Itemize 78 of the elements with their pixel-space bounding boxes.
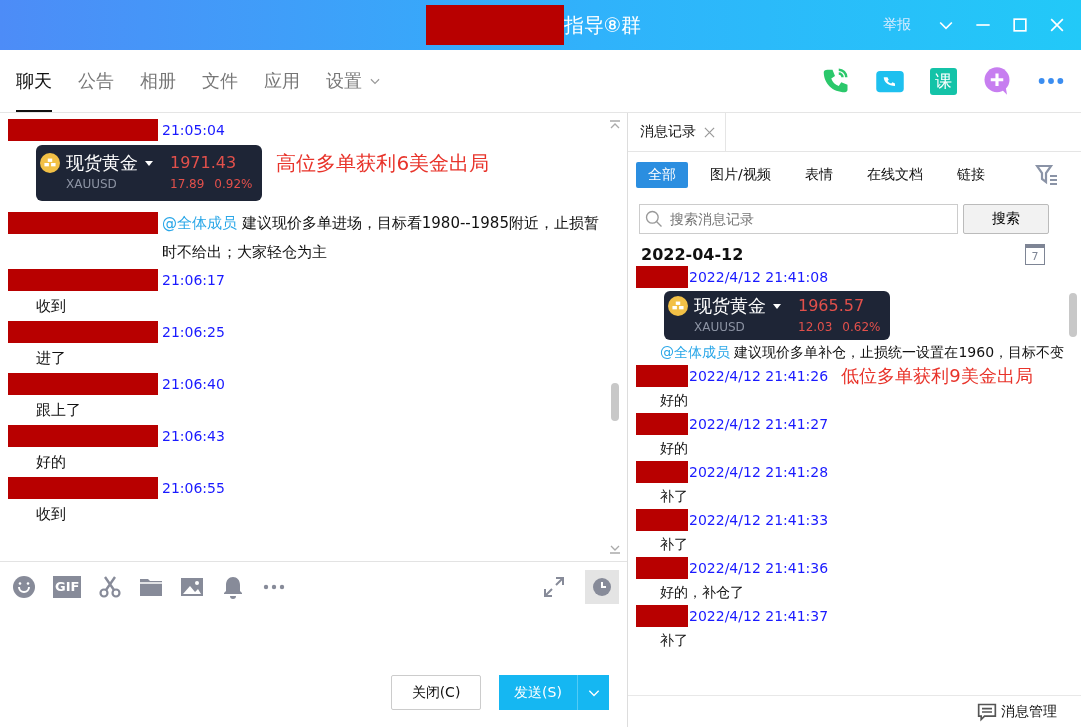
instrument-symbol: XAUUSD xyxy=(693,319,746,336)
mention-link[interactable]: @全体成员 xyxy=(660,344,730,360)
add-icon[interactable] xyxy=(982,66,1012,96)
message-time: 21:06:55 xyxy=(162,480,225,496)
price-value: 1965.57 xyxy=(798,295,866,317)
scrollbar-thumb[interactable] xyxy=(611,383,619,421)
price-change: 17.89 xyxy=(170,176,205,193)
gif-icon[interactable]: GIF xyxy=(53,576,82,598)
scroll-top-icon[interactable] xyxy=(608,119,622,131)
maximize-icon[interactable] xyxy=(1010,15,1030,35)
tab[interactable]: 相册 xyxy=(140,50,176,112)
coin-icon xyxy=(40,153,60,173)
message-time: 21:06:25 xyxy=(162,324,225,340)
filter-tab[interactable]: 全部 xyxy=(636,162,688,188)
tab[interactable]: 公告 xyxy=(78,50,114,112)
message-time: 21:05:04 xyxy=(162,122,225,138)
coin-icon xyxy=(668,296,688,316)
chevron-down-icon[interactable] xyxy=(368,76,382,86)
message-text: 补了 xyxy=(660,632,688,648)
message-time: 2022/4/12 21:41:28 xyxy=(689,464,829,480)
date-heading: 2022-04-12 xyxy=(641,245,744,264)
message-text: 收到 xyxy=(36,505,66,523)
message-icon xyxy=(977,701,997,722)
price-value: 1971.43 xyxy=(170,152,238,174)
message-text: 高位多单获利6美金出局 xyxy=(276,151,490,175)
message-time: 21:06:17 xyxy=(162,272,225,288)
filter-tab[interactable]: 图片/视频 xyxy=(698,162,783,188)
clock-icon[interactable] xyxy=(585,570,619,604)
calendar-icon[interactable]: 7 xyxy=(1025,244,1045,265)
percent-change: 0.62% xyxy=(842,319,881,336)
instrument-name: 现货黄金 xyxy=(66,151,138,175)
message-text: @全体成员 建议现价多单补仓，止损统一设置在1960，目标不变 xyxy=(660,343,1066,362)
message-time: 2022/4/12 21:41:26 xyxy=(689,368,829,384)
window-title: 指导⑧群 xyxy=(563,11,642,39)
message-text: 补了 xyxy=(660,488,688,504)
message-text: @全体成员 建议现价多单进场，目标看1980--1985附近，止损暂时不给出；大家轻仓为主 xyxy=(162,213,600,263)
tab[interactable]: 应用 xyxy=(264,50,300,112)
search-button[interactable]: 搜索 xyxy=(963,204,1049,234)
close-button[interactable]: 关闭(C) xyxy=(391,675,481,710)
message-time: 2022/4/12 21:41:37 xyxy=(689,608,829,624)
history-tab[interactable]: 消息记录 xyxy=(628,113,726,151)
image-icon[interactable] xyxy=(180,575,205,599)
message-time: 21:06:43 xyxy=(162,428,225,444)
scrollbar-thumb[interactable] xyxy=(1069,293,1077,337)
close-icon[interactable] xyxy=(704,126,715,138)
filter-tab[interactable]: 链接 xyxy=(944,162,997,188)
instrument-name: 现货黄金 xyxy=(694,294,766,318)
filter-tab[interactable]: 在线文档 xyxy=(854,162,935,188)
percent-change: 0.92% xyxy=(214,176,253,193)
message-text: 跟上了 xyxy=(36,401,81,419)
tab[interactable]: 设置 xyxy=(326,50,382,112)
message-text: 进了 xyxy=(36,349,66,367)
emoji-icon[interactable] xyxy=(12,575,36,599)
message-text: 补了 xyxy=(660,536,688,552)
filter-tab[interactable]: 表情 xyxy=(792,162,845,188)
filter-icon[interactable] xyxy=(1035,163,1059,187)
tab[interactable]: 文件 xyxy=(202,50,238,112)
message-text: 好的，补仓了 xyxy=(660,584,744,600)
message-time: 21:06:40 xyxy=(162,376,225,392)
scroll-bottom-icon[interactable] xyxy=(608,543,622,555)
mention-link[interactable]: @全体成员 xyxy=(162,214,237,232)
message-time: 2022/4/12 21:41:36 xyxy=(689,560,829,576)
message-manage-button[interactable]: 消息管理 xyxy=(977,701,1057,722)
scissors-icon[interactable] xyxy=(98,575,123,599)
instrument-symbol: XAUUSD xyxy=(65,176,118,193)
message-time: 2022/4/12 21:41:27 xyxy=(689,416,829,432)
price-change: 12.03 xyxy=(798,319,833,336)
message-time: 2022/4/12 21:41:08 xyxy=(689,269,829,285)
caret-icon[interactable] xyxy=(772,302,782,310)
message-text: 低位多单获利9美金出局 xyxy=(841,364,1033,388)
tab[interactable]: 聊天 xyxy=(16,50,52,112)
message-time: 2022/4/12 21:41:33 xyxy=(689,512,829,528)
message-text: 好的 xyxy=(660,392,688,408)
caret-icon[interactable] xyxy=(144,159,154,167)
message-text: 收到 xyxy=(36,297,66,315)
search-field[interactable]: 搜索消息记录 xyxy=(639,204,958,234)
message-text: 好的 xyxy=(36,453,66,471)
message-text: 好的 xyxy=(660,440,688,456)
